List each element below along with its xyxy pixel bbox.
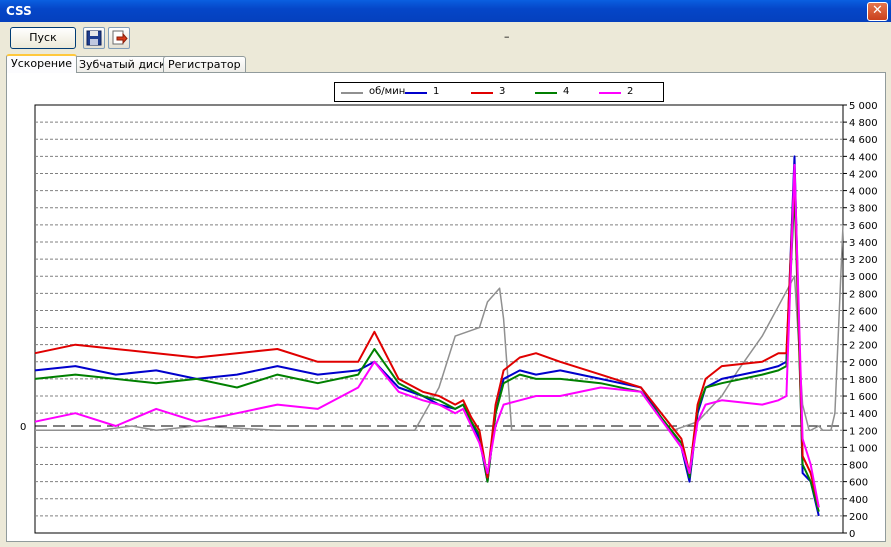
y-tick-label: 1 600 bbox=[849, 392, 878, 403]
y-tick-label: 600 bbox=[849, 478, 868, 489]
acceleration-chart: 0 200 400 600 800 1 000 1 200 1 400 1 600 1 800 2 … bbox=[20, 101, 878, 540]
y-tick-label: 4 400 bbox=[849, 152, 878, 163]
y-tick-label: 0 bbox=[849, 529, 855, 540]
y-tick-label: 400 bbox=[849, 495, 868, 506]
y-tick-label: 1 200 bbox=[849, 426, 878, 437]
y-tick-label: 3 000 bbox=[849, 272, 878, 283]
y-tick-label: 4 200 bbox=[849, 169, 878, 180]
series-line-4 bbox=[34, 189, 820, 512]
y-tick-label: 4 600 bbox=[849, 135, 878, 146]
y-tick-label: 3 200 bbox=[849, 255, 878, 266]
y-tick-label: 2 000 bbox=[849, 358, 878, 369]
y-tick-label: 200 bbox=[849, 512, 868, 523]
y-tick-label: 2 600 bbox=[849, 306, 878, 317]
y-tick-label: 3 800 bbox=[849, 204, 878, 215]
series-line-2 bbox=[34, 163, 820, 508]
y-tick-label: 4 800 bbox=[849, 118, 878, 129]
y-tick-label: 800 bbox=[849, 461, 868, 472]
y-tick-label: 1 400 bbox=[849, 409, 878, 420]
plot-frame bbox=[34, 104, 844, 534]
y-tick-label: 1 000 bbox=[849, 443, 878, 454]
y-tick-label: 4 000 bbox=[849, 187, 878, 198]
y-tick-label: 3 400 bbox=[849, 238, 878, 249]
y-tick-label: 2 400 bbox=[849, 324, 878, 335]
y-tick-label: 1 800 bbox=[849, 375, 878, 386]
y-tick-label: 5 000 bbox=[849, 101, 878, 112]
series-line-1 bbox=[34, 155, 820, 517]
y-tick-label: 2 200 bbox=[849, 341, 878, 352]
tab-acceleration[interactable]: Ускорение bbox=[6, 54, 77, 73]
y-left-zero-label: 0 bbox=[20, 422, 26, 433]
y-tick-label: 2 800 bbox=[849, 289, 878, 300]
series-line-3 bbox=[34, 172, 820, 508]
y-tick-label: 3 600 bbox=[849, 221, 878, 232]
